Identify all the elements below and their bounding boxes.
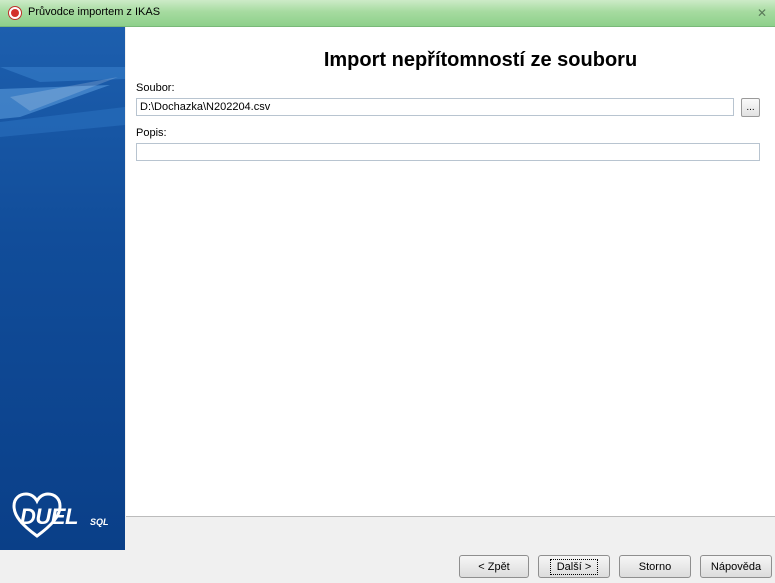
help-button-label: Nápověda <box>710 560 762 573</box>
page-title: Import nepřítomností ze souboru <box>323 49 638 71</box>
title-bar: Průvodce importem z IKAS ✕ <box>0 0 775 27</box>
back-button[interactable]: < Zpět <box>459 555 529 578</box>
cancel-button[interactable]: Storno <box>619 555 691 578</box>
logo-text: DUEL <box>20 504 78 529</box>
wizard-content: Import nepřítomností ze souboru Soubor: … <box>126 27 775 516</box>
next-button-label: Další > <box>549 558 599 575</box>
wizard-sidebar: DUEL SQL <box>0 27 125 550</box>
file-path-input[interactable] <box>136 98 734 116</box>
back-button-label: < Zpět <box>478 560 510 573</box>
next-button[interactable]: Další > <box>538 555 610 578</box>
file-label: Soubor: <box>136 82 175 94</box>
help-button[interactable]: Nápověda <box>700 555 772 578</box>
app-icon <box>8 6 22 20</box>
logo-subtext: SQL <box>90 517 109 527</box>
cancel-button-label: Storno <box>638 560 672 573</box>
description-input[interactable] <box>136 143 760 161</box>
footer-divider <box>126 516 775 517</box>
sidebar-swoosh-graphic <box>0 67 125 137</box>
description-label: Popis: <box>136 127 167 139</box>
browse-button[interactable]: ... <box>741 98 760 117</box>
close-icon[interactable]: ✕ <box>753 4 771 22</box>
window-title: Průvodce importem z IKAS <box>28 6 161 18</box>
